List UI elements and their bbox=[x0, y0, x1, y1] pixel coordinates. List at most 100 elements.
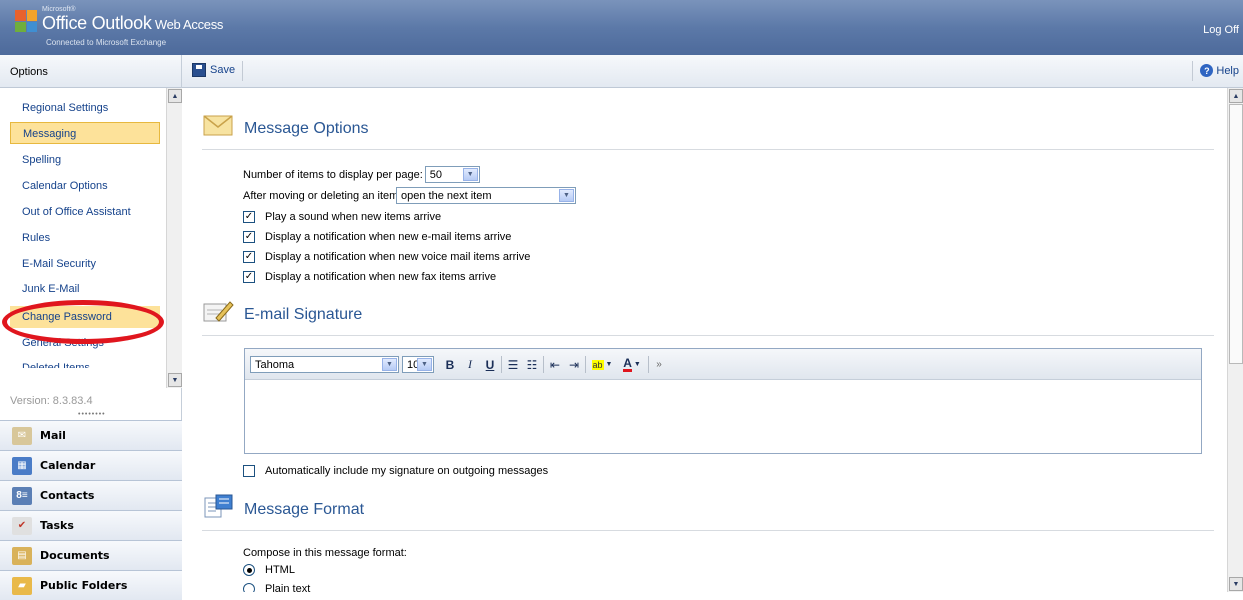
items-per-page-row: Number of items to display per page: 50 … bbox=[243, 166, 480, 183]
bold-icon[interactable]: B bbox=[443, 356, 457, 373]
signature-format-toolbar: Tahoma ▼ 10 ▼ B I U ☰ ☷ ⇤ ⇥ ab ▼ A ▼ » bbox=[245, 349, 1201, 380]
chevron-down-icon: ▼ bbox=[417, 358, 432, 371]
chevron-down-icon: ▼ bbox=[462, 168, 478, 181]
options-item-calendar-options[interactable]: Calendar Options bbox=[10, 175, 160, 197]
toolbar-divider bbox=[242, 61, 243, 81]
auto-include-label: Automatically include my signature on ou… bbox=[265, 465, 549, 477]
options-item-junk-email[interactable]: Junk E-Mail bbox=[10, 278, 160, 300]
help-button[interactable]: ? Help bbox=[1200, 64, 1239, 77]
content-scrollbar[interactable]: ▲ ▼ bbox=[1227, 88, 1243, 592]
connected-status: Connected to Microsoft Exchange bbox=[46, 38, 167, 47]
chevron-down-icon: ▼ bbox=[559, 189, 574, 202]
numbered-list-icon[interactable]: ☷ bbox=[524, 356, 540, 373]
toolbar-divider bbox=[543, 356, 544, 373]
plain-text-format-radio[interactable] bbox=[243, 583, 255, 592]
main-toolbar: Save ? Help bbox=[182, 55, 1243, 88]
options-list: Regional Settings Messaging Spelling Cal… bbox=[0, 88, 166, 368]
play-sound-checkbox[interactable]: ✓ bbox=[243, 211, 255, 223]
radio-row: HTML bbox=[243, 564, 295, 576]
options-item-regional-settings[interactable]: Regional Settings bbox=[10, 97, 160, 119]
font-size-select[interactable]: 10 ▼ bbox=[402, 356, 434, 373]
font-family-select[interactable]: Tahoma ▼ bbox=[250, 356, 399, 373]
html-format-radio[interactable] bbox=[243, 564, 255, 576]
calendar-icon: ▦ bbox=[12, 456, 32, 475]
toolbar-divider bbox=[1192, 61, 1193, 81]
product-name-main: Office Outlook bbox=[42, 13, 152, 33]
items-per-page-label: Number of items to display per page: bbox=[243, 168, 423, 181]
checkbox-row: ✓ Display a notification when new voice … bbox=[243, 251, 530, 263]
scroll-up-icon[interactable]: ▲ bbox=[168, 89, 182, 103]
help-question-icon: ? bbox=[1200, 64, 1214, 77]
pane-splitter-handle[interactable]: •••••••• bbox=[78, 411, 106, 418]
options-item-general-settings[interactable]: General Settings bbox=[10, 332, 160, 354]
scroll-down-icon[interactable]: ▼ bbox=[1229, 577, 1243, 591]
tasks-checkmark-icon: ✔ bbox=[12, 516, 32, 535]
save-label: Save bbox=[210, 64, 236, 76]
radio-row: Plain text bbox=[243, 583, 310, 592]
module-mail-button[interactable]: ✉ Mail bbox=[0, 420, 182, 450]
increase-indent-icon[interactable]: ⇥ bbox=[566, 356, 582, 373]
options-pane-title: Options bbox=[0, 55, 181, 88]
options-item-out-of-office[interactable]: Out of Office Assistant bbox=[10, 201, 160, 223]
options-item-rules[interactable]: Rules bbox=[10, 227, 160, 249]
after-moving-select[interactable]: open the next item ▼ bbox=[396, 187, 576, 204]
scrollbar-thumb[interactable] bbox=[1229, 104, 1243, 364]
log-off-link[interactable]: Log Off bbox=[1203, 24, 1239, 36]
scroll-up-icon[interactable]: ▲ bbox=[1229, 89, 1243, 103]
bullet-list-icon[interactable]: ☰ bbox=[505, 356, 521, 373]
module-calendar-button[interactable]: ▦ Calendar bbox=[0, 450, 182, 480]
module-documents-button[interactable]: ▤ Documents bbox=[0, 540, 182, 570]
microsoft-label: Microsoft® bbox=[42, 6, 76, 13]
left-navigation: Options Regional Settings Messaging Spel… bbox=[0, 55, 182, 600]
options-item-spelling[interactable]: Spelling bbox=[10, 149, 160, 171]
underline-icon[interactable]: U bbox=[483, 356, 497, 373]
more-options-chevron-icon[interactable]: » bbox=[652, 356, 666, 373]
options-item-email-security[interactable]: E-Mail Security bbox=[10, 253, 160, 275]
module-label: Public Folders bbox=[40, 579, 128, 592]
auto-include-signature-checkbox[interactable] bbox=[243, 465, 255, 477]
message-options-header: Message Options bbox=[202, 102, 1214, 150]
scroll-down-icon[interactable]: ▼ bbox=[168, 373, 182, 387]
items-per-page-select[interactable]: 50 ▼ bbox=[424, 166, 480, 183]
options-item-deleted-items[interactable]: Deleted Items bbox=[10, 357, 160, 368]
compose-format-label-row: Compose in this message format: bbox=[243, 547, 407, 559]
message-format-icon bbox=[204, 494, 233, 518]
chevron-down-icon: ▼ bbox=[382, 358, 397, 371]
toolbar-divider bbox=[648, 356, 649, 373]
highlight-color-icon[interactable]: ab ▼ bbox=[589, 356, 615, 373]
module-contacts-button[interactable]: 8≡ Contacts bbox=[0, 480, 182, 510]
module-label: Tasks bbox=[40, 519, 74, 532]
fax-notification-checkbox[interactable]: ✓ bbox=[243, 271, 255, 283]
after-moving-row: After moving or deleting an item: open t… bbox=[243, 187, 576, 204]
checkbox-label: Display a notification when new fax item… bbox=[265, 271, 497, 283]
module-public-folders-button[interactable]: ▰ Public Folders bbox=[0, 570, 182, 600]
toolbar-divider bbox=[585, 356, 586, 373]
after-moving-value: open the next item bbox=[401, 189, 492, 202]
module-tasks-button[interactable]: ✔ Tasks bbox=[0, 510, 182, 540]
font-color-icon[interactable]: A ▼ bbox=[619, 356, 645, 373]
office-logo-icon bbox=[15, 10, 37, 32]
module-label: Contacts bbox=[40, 489, 95, 502]
italic-icon[interactable]: I bbox=[463, 356, 477, 373]
compose-format-label: Compose in this message format: bbox=[243, 547, 407, 559]
module-label: Mail bbox=[40, 429, 66, 442]
product-name: Office Outlook Web Access bbox=[42, 13, 223, 34]
checkbox-row: ✓ Play a sound when new items arrive bbox=[243, 211, 441, 223]
toolbar-divider bbox=[501, 356, 502, 373]
decrease-indent-icon[interactable]: ⇤ bbox=[547, 356, 563, 373]
module-label: Documents bbox=[40, 549, 110, 562]
checkbox-label: Play a sound when new items arrive bbox=[265, 211, 442, 223]
email-notification-checkbox[interactable]: ✓ bbox=[243, 231, 255, 243]
options-item-change-password[interactable]: Change Password bbox=[10, 306, 160, 328]
radio-label: Plain text bbox=[265, 583, 311, 592]
envelope-icon bbox=[203, 115, 233, 136]
after-moving-label: After moving or deleting an item: bbox=[243, 189, 402, 202]
help-label: Help bbox=[1216, 64, 1239, 77]
app-header: Microsoft® Office Outlook Web Access Con… bbox=[0, 0, 1243, 55]
signature-text-area[interactable] bbox=[245, 380, 1201, 453]
options-content: Message Options Number of items to displ… bbox=[182, 88, 1227, 592]
options-scrollbar[interactable]: ▲ ▼ bbox=[166, 88, 182, 388]
save-button[interactable]: Save bbox=[192, 63, 235, 77]
options-item-messaging[interactable]: Messaging bbox=[10, 122, 160, 144]
voicemail-notification-checkbox[interactable]: ✓ bbox=[243, 251, 255, 263]
